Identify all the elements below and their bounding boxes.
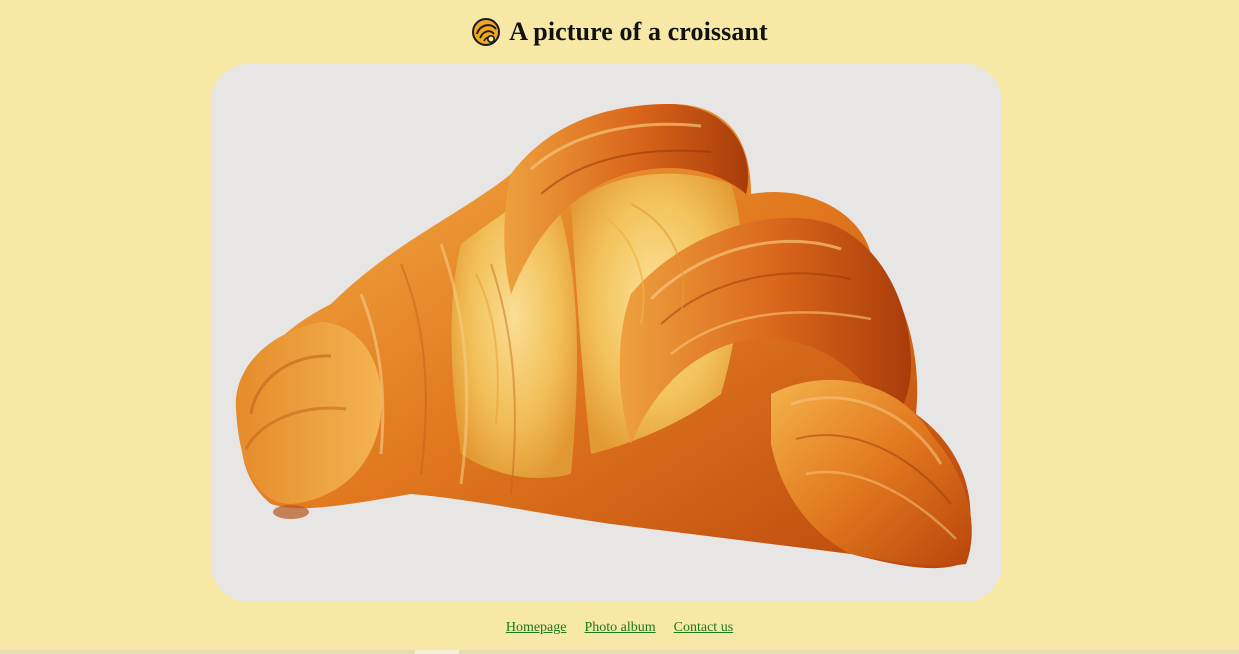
page-title: A picture of a croissant <box>509 17 768 46</box>
nav-link-homepage[interactable]: Homepage <box>506 620 567 636</box>
footer-nav: Homepage Photo album Contact us <box>0 620 1239 636</box>
nav-link-contact-us[interactable]: Contact us <box>674 620 734 636</box>
croissant-photo <box>211 64 1002 602</box>
page-header: A picture of a croissant <box>0 14 1239 50</box>
nav-link-photo-album[interactable]: Photo album <box>584 620 655 636</box>
croissant-icon <box>471 17 501 47</box>
bottom-strip-segment <box>415 650 459 654</box>
bottom-strip <box>0 650 1239 654</box>
